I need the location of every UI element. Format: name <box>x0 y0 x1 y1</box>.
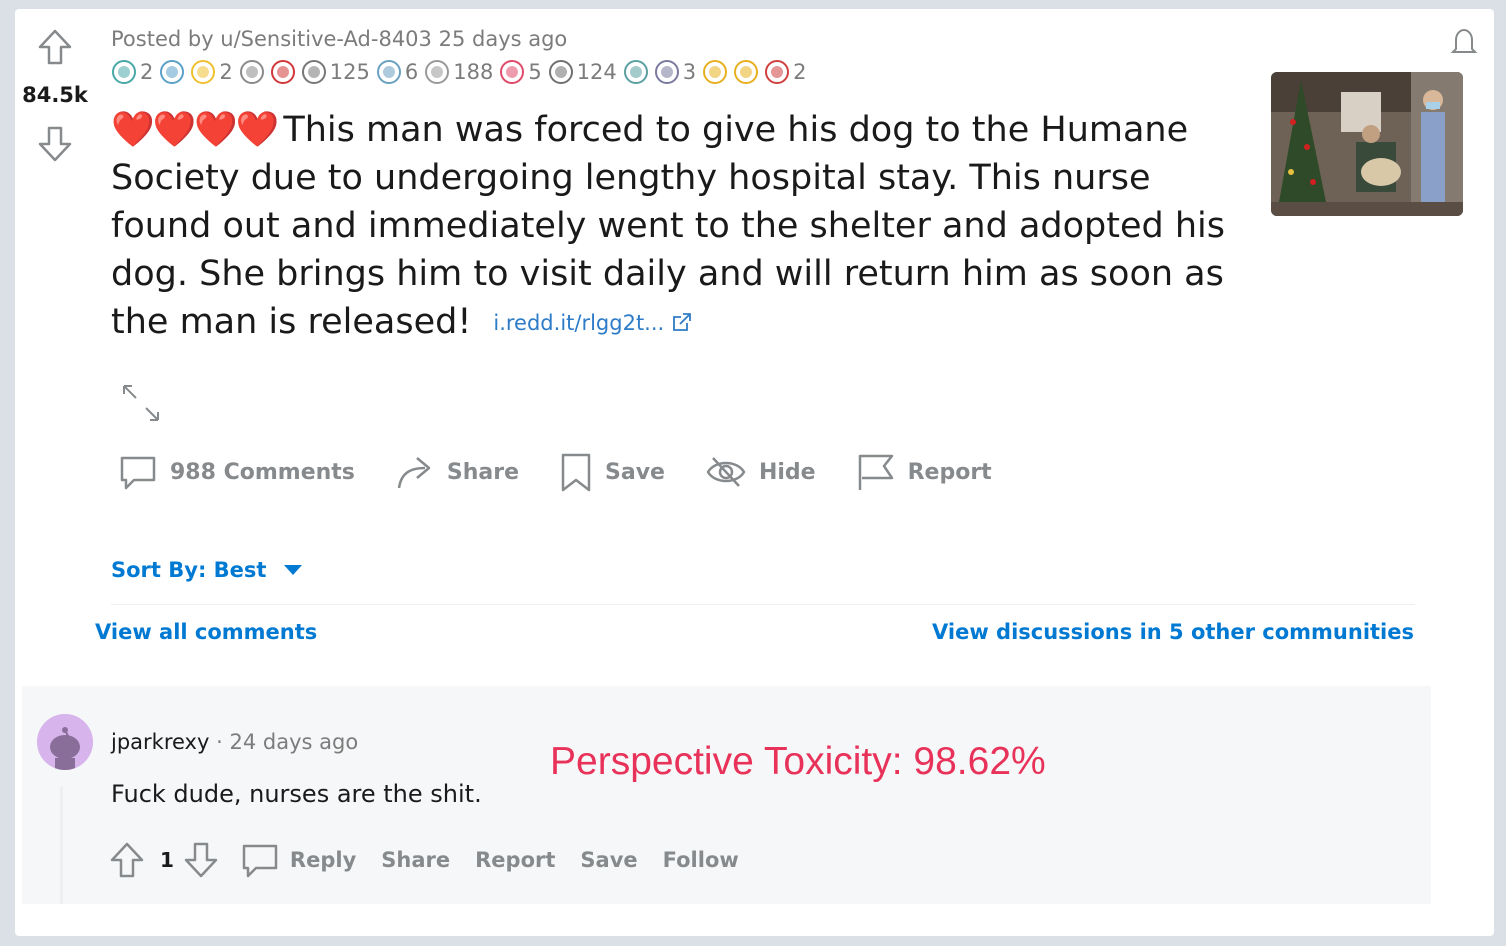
external-link-icon <box>673 313 691 331</box>
hide-button[interactable]: Hide <box>705 452 816 492</box>
post-actions: 988 Comments Share Save Hide Report <box>118 452 1032 492</box>
post-meta: Posted by u/Sensitive-Ad-8403 25 days ag… <box>111 27 567 51</box>
silver-face-award-icon <box>423 58 451 86</box>
award[interactable] <box>622 58 650 86</box>
avatar[interactable] <box>37 714 93 770</box>
comment-time: 24 days ago <box>229 730 359 754</box>
thread-line[interactable] <box>60 786 63 904</box>
expand-icon[interactable] <box>120 382 162 428</box>
sort-dropdown[interactable]: Sort By: Best <box>111 558 303 582</box>
save-label: Save <box>605 459 665 485</box>
award-count: 2 <box>140 60 154 84</box>
upvote-icon[interactable] <box>36 28 74 66</box>
comment-follow-button[interactable]: Follow <box>663 848 739 872</box>
post-title: This man was forced to give his dog to t… <box>111 110 1225 342</box>
comment-report-button[interactable]: Report <box>475 848 555 872</box>
toxicity-label: Perspective Toxicity: 98.62% <box>550 740 1046 783</box>
comment-icon <box>242 844 278 878</box>
hearts-emoji: ❤️❤️❤️❤️ <box>111 110 279 150</box>
medal-award-icon <box>110 58 138 86</box>
bookmark-icon <box>561 453 591 492</box>
award-count: 125 <box>329 60 370 84</box>
award[interactable] <box>732 58 760 86</box>
share-button[interactable]: Share <box>395 452 519 492</box>
post-time: 25 days ago <box>438 27 568 51</box>
post-link[interactable]: i.redd.it/rlgg2t... <box>493 311 693 335</box>
sun-award-icon <box>732 58 760 86</box>
divider <box>111 604 1415 605</box>
eye-slash-icon <box>706 457 746 487</box>
gold-star-award-icon <box>189 58 217 86</box>
snoo-award-icon <box>622 58 650 86</box>
award[interactable]: 125 <box>300 58 372 86</box>
hugz-award-icon <box>238 58 266 86</box>
wholesome-award-icon <box>158 58 186 86</box>
award-count: 124 <box>576 60 617 84</box>
separator: · <box>216 730 223 754</box>
sort-label: Sort By: Best <box>111 558 267 582</box>
award[interactable]: 188 <box>423 58 495 86</box>
post-score: 84.5k <box>22 83 88 107</box>
award[interactable]: 2 <box>110 58 155 86</box>
comment-author[interactable]: jparkrexy <box>111 730 209 754</box>
award[interactable] <box>701 58 729 86</box>
award[interactable]: 3 <box>653 58 698 86</box>
award-count: 2 <box>793 60 807 84</box>
comments-label: 988 Comments <box>170 459 355 485</box>
handshake-award-icon <box>300 58 328 86</box>
comment-meta: jparkrexy · 24 days ago <box>111 730 358 754</box>
share-label: Share <box>446 459 520 485</box>
award[interactable] <box>158 58 186 86</box>
heart-award-icon <box>269 58 297 86</box>
award[interactable]: 5 <box>498 58 543 86</box>
post-author[interactable]: Posted by u/Sensitive-Ad-8403 <box>111 27 432 51</box>
award[interactable]: 2 <box>763 58 808 86</box>
award-count: 6 <box>404 60 419 84</box>
post-title-block[interactable]: ❤️❤️❤️❤️ This man was forced to give his … <box>111 106 1251 347</box>
award-count: 188 <box>453 60 494 84</box>
award-count: 5 <box>528 60 542 84</box>
view-discussions-link[interactable]: View discussions in 5 other communities <box>932 620 1414 644</box>
downvote-icon[interactable] <box>36 125 74 163</box>
angel-award-icon <box>375 58 403 86</box>
share-icon <box>397 457 431 489</box>
bell-icon[interactable] <box>1448 26 1480 62</box>
party-award-icon <box>763 58 791 86</box>
save-button[interactable]: Save <box>559 452 665 492</box>
comment-actions: 1 Reply Share Report Save Follow <box>108 840 764 880</box>
comment-score: 1 <box>160 848 174 872</box>
comment-save-button[interactable]: Save <box>580 848 637 872</box>
reply-button[interactable]: Reply <box>240 840 356 880</box>
comment-downvote-icon[interactable] <box>182 841 220 879</box>
reply-label: Reply <box>289 848 357 872</box>
post-thumbnail[interactable] <box>1271 72 1463 216</box>
comment-upvote-icon[interactable] <box>108 841 146 879</box>
award-count: 3 <box>682 60 697 84</box>
comment-share-button[interactable]: Share <box>381 848 450 872</box>
comment-body: Fuck dude, nurses are the shit. <box>111 780 482 808</box>
comment-icon <box>120 456 156 490</box>
flag-icon <box>858 454 893 490</box>
silver-coin-award-icon <box>547 58 575 86</box>
caret-down-icon <box>284 565 303 575</box>
awards-row[interactable]: 2 2 125 6 188 5 124 3 2 <box>110 56 809 88</box>
report-label: Report <box>907 459 992 485</box>
hide-label: Hide <box>758 459 816 485</box>
view-all-comments-link[interactable]: View all comments <box>95 620 317 644</box>
comments-button[interactable]: 988 Comments <box>118 452 355 492</box>
award-count: 2 <box>219 60 233 84</box>
award[interactable]: 2 <box>189 58 234 86</box>
thinking-award-icon <box>653 58 681 86</box>
award[interactable] <box>238 58 266 86</box>
award[interactable]: 6 <box>375 58 420 86</box>
heart-eyes-award-icon <box>498 58 526 86</box>
award[interactable] <box>269 58 297 86</box>
pyramid-award-icon <box>701 58 729 86</box>
award[interactable]: 124 <box>547 58 619 86</box>
report-button[interactable]: Report <box>856 452 992 492</box>
post-link-text[interactable]: i.redd.it/rlgg2t... <box>493 311 664 335</box>
